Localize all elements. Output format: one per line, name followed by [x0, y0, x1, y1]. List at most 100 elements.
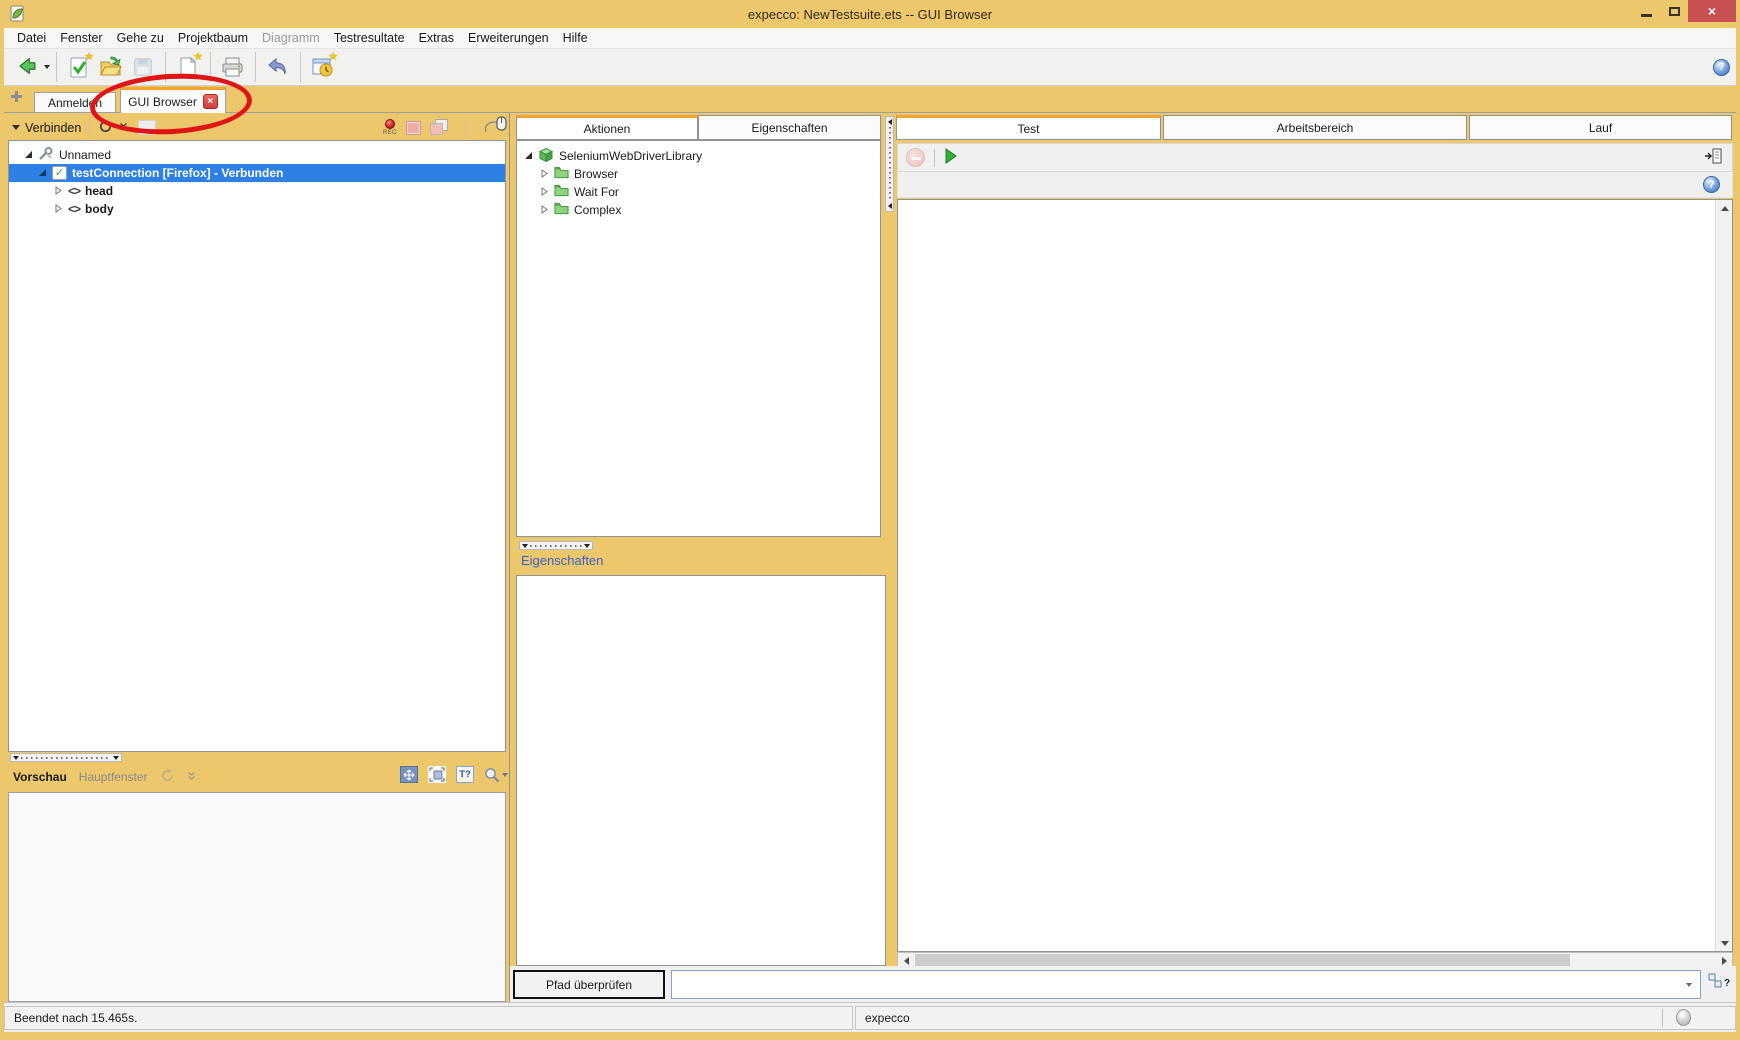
- vertical-scrollbar[interactable]: [1715, 200, 1732, 951]
- back-button[interactable]: [10, 52, 42, 82]
- tree-row-browser[interactable]: Browser: [517, 165, 880, 183]
- connection-help-button[interactable]: ?: [1708, 973, 1730, 989]
- save-button: [127, 52, 159, 82]
- check-path-label: Pfad überprüfen: [546, 978, 632, 992]
- scroll-down-button[interactable]: [1716, 935, 1733, 951]
- gui-browser-button[interactable]: ★: [307, 52, 339, 82]
- expander-closed-icon[interactable]: [54, 184, 63, 198]
- connect-label[interactable]: Verbinden: [25, 121, 81, 135]
- path-input[interactable]: [674, 973, 1678, 996]
- move-crosshair-button[interactable]: [400, 766, 418, 783]
- path-bar: Pfad überprüfen ?: [510, 966, 1736, 1002]
- help-icon[interactable]: ?: [1703, 176, 1720, 193]
- left-splitter-handle[interactable]: [10, 753, 122, 762]
- text-inspect-button[interactable]: T?: [456, 766, 474, 783]
- tree-row-library[interactable]: SeleniumWebDriverLibrary: [517, 147, 880, 165]
- main-toolbar: ★ ★ ★ ?: [4, 48, 1736, 86]
- menu-projektbaum[interactable]: Projektbaum: [171, 29, 255, 47]
- status-app-name: expecco: [865, 1011, 910, 1025]
- tree-row-complex[interactable]: Complex: [517, 201, 880, 219]
- tab-arbeitsbereich[interactable]: Arbeitsbereich: [1163, 115, 1467, 140]
- tab-aktionen[interactable]: Aktionen: [516, 115, 698, 140]
- close-icon: ×: [207, 97, 213, 107]
- star-icon: ★: [84, 50, 94, 63]
- help-icon[interactable]: ?: [1713, 59, 1730, 76]
- folder-icon: [554, 166, 569, 182]
- tree-row-connection-selected[interactable]: ✓ testConnection [Firefox] - Verbunden: [9, 164, 505, 182]
- record-button[interactable]: REC: [383, 119, 397, 136]
- connect-dropdown-icon[interactable]: [12, 125, 20, 130]
- panel-arrow-icon: [1704, 146, 1724, 166]
- expander-closed-icon[interactable]: [54, 202, 63, 216]
- tools-icon: [38, 147, 54, 164]
- pick-element-button[interactable]: [484, 115, 508, 140]
- preview-panel: [8, 792, 506, 1002]
- menu-testresultate[interactable]: Testresultate: [327, 29, 412, 47]
- tree-label-connection: testConnection [Firefox] - Verbunden: [72, 166, 283, 180]
- path-dropdown-button[interactable]: [1680, 973, 1698, 996]
- maximize-button[interactable]: [1660, 0, 1688, 22]
- tree-row-unnamed[interactable]: Unnamed: [9, 146, 505, 164]
- tree-label-wait-for: Wait For: [574, 185, 619, 199]
- run-button[interactable]: [944, 148, 958, 167]
- zoom-button[interactable]: [484, 767, 508, 783]
- multi-screenshot-button[interactable]: [430, 119, 449, 136]
- undo-button[interactable]: [262, 52, 294, 82]
- tab-eigenschaften[interactable]: Eigenschaften: [698, 115, 881, 140]
- menu-extras[interactable]: Extras: [412, 29, 461, 47]
- middle-splitter-handle[interactable]: [519, 541, 593, 550]
- check-path-button[interactable]: Pfad überprüfen: [513, 970, 665, 999]
- refresh-options-button[interactable]: [119, 121, 128, 135]
- select-region-button[interactable]: [428, 766, 446, 783]
- expander-open-icon[interactable]: [38, 166, 47, 180]
- refresh-button[interactable]: [98, 119, 113, 137]
- tab-anmelden[interactable]: Anmelden: [34, 92, 116, 112]
- tab-gui-browser[interactable]: GUI Browser ×: [120, 87, 226, 113]
- new-document-button[interactable]: ★: [172, 52, 204, 82]
- menu-bar: Datei Fenster Gehe zu Projektbaum Diagra…: [4, 28, 1736, 48]
- double-chevron-down-icon: [119, 122, 128, 132]
- expander-closed-icon[interactable]: [540, 203, 549, 217]
- status-separator: [1662, 1009, 1663, 1027]
- scroll-up-button[interactable]: [1716, 200, 1733, 216]
- menu-gehe-zu[interactable]: Gehe zu: [110, 29, 171, 47]
- tab-gui-browser-label: GUI Browser: [128, 95, 197, 109]
- tab-test[interactable]: Test: [896, 115, 1161, 140]
- test-help-row: ?: [897, 172, 1733, 198]
- menu-fenster[interactable]: Fenster: [53, 29, 109, 47]
- menu-datei[interactable]: Datei: [10, 29, 53, 47]
- record-toolbar: REC: [383, 116, 508, 139]
- screenshot-button[interactable]: [406, 121, 421, 135]
- open-file-button[interactable]: [95, 52, 127, 82]
- star-icon: ★: [328, 50, 338, 63]
- expander-closed-icon[interactable]: [540, 185, 549, 199]
- close-button[interactable]: ×: [1688, 0, 1736, 22]
- apply-check-button[interactable]: ★: [63, 52, 95, 82]
- back-dropdown-icon[interactable]: [44, 65, 50, 69]
- expander-closed-icon[interactable]: [540, 167, 549, 181]
- add-tab-button[interactable]: [10, 90, 23, 106]
- tree-row-wait-for[interactable]: Wait For: [517, 183, 880, 201]
- plus-icon: [10, 90, 23, 103]
- tab-close-button[interactable]: ×: [203, 94, 218, 109]
- expander-open-icon[interactable]: [524, 149, 533, 163]
- crosshair-icon: [403, 769, 415, 781]
- title-bar: expecco: NewTestsuite.ets -- GUI Browser…: [0, 0, 1740, 28]
- minimize-icon: [1641, 14, 1652, 17]
- expander-open-icon[interactable]: [24, 148, 33, 162]
- print-button[interactable]: [217, 52, 249, 82]
- preview-options-button[interactable]: [187, 770, 196, 784]
- tree-row-head[interactable]: <> head: [9, 182, 505, 200]
- zoom-dropdown-icon[interactable]: [502, 773, 508, 777]
- toggle-panel-button[interactable]: [1704, 146, 1724, 169]
- menu-hilfe[interactable]: Hilfe: [556, 29, 595, 47]
- properties-panel: [516, 575, 886, 966]
- minimize-button[interactable]: [1632, 0, 1660, 22]
- tab-lauf-label: Lauf: [1589, 121, 1612, 135]
- preview-title: Vorschau: [13, 770, 67, 784]
- preview-tools: T?: [400, 766, 508, 783]
- menu-erweiterungen[interactable]: Erweiterungen: [461, 29, 556, 47]
- tab-lauf[interactable]: Lauf: [1469, 115, 1732, 140]
- vertical-splitter-handle[interactable]: [885, 116, 894, 212]
- tree-row-body[interactable]: <> body: [9, 200, 505, 218]
